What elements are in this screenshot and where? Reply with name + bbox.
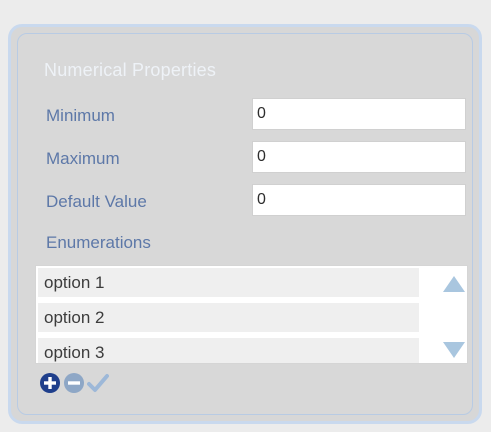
enumeration-item[interactable]: option 2 (38, 303, 419, 332)
scroll-up-arrow-icon[interactable] (443, 276, 465, 292)
minimum-input[interactable] (252, 98, 466, 130)
numerical-properties-panel (8, 24, 482, 424)
minus-circle-icon[interactable] (63, 372, 85, 394)
maximum-input[interactable] (252, 141, 466, 173)
plus-circle-icon[interactable] (39, 372, 61, 394)
minimum-label: Minimum (46, 106, 115, 125)
enumerations-list[interactable]: option 1 option 2 option 3 (35, 265, 468, 364)
enumeration-item[interactable]: option 1 (38, 268, 419, 297)
enumerations-label: Enumerations (46, 233, 151, 252)
enumeration-item[interactable]: option 3 (38, 338, 419, 363)
scroll-down-arrow-icon[interactable] (443, 342, 465, 358)
default-value-label: Default Value (46, 192, 147, 211)
default-value-input[interactable] (252, 184, 466, 216)
panel-title: Numerical Properties (44, 60, 217, 80)
maximum-label: Maximum (46, 149, 120, 168)
checkmark-icon[interactable] (87, 372, 109, 394)
